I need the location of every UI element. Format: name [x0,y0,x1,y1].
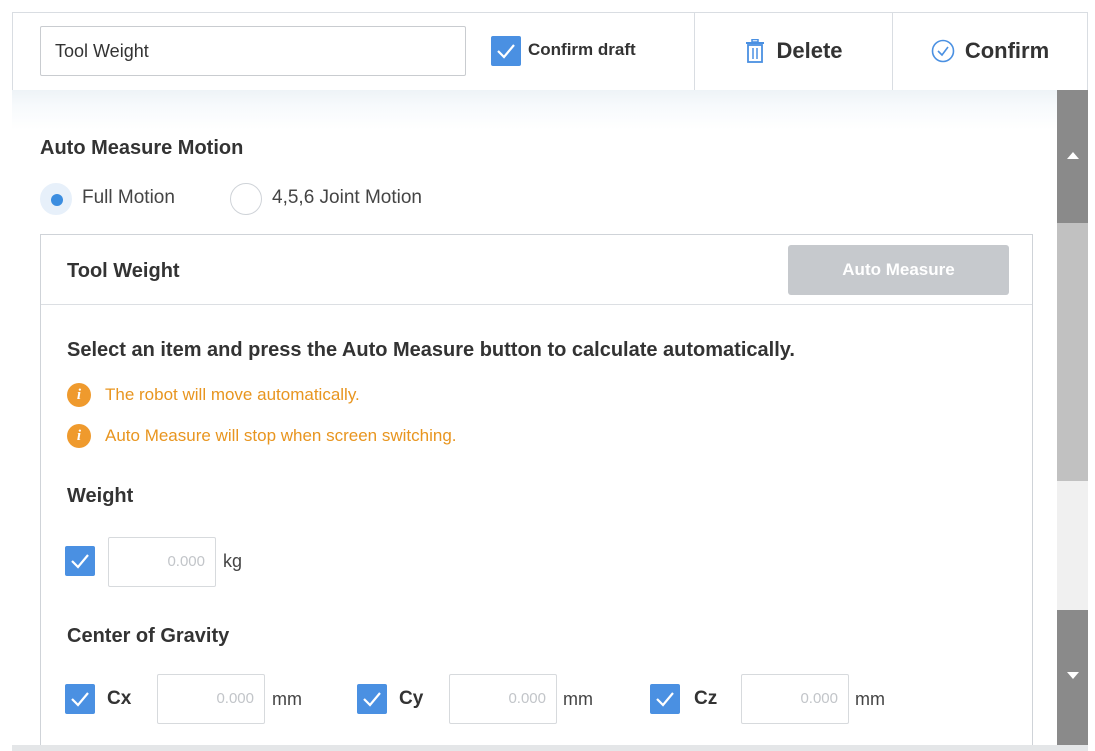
panel-header: Tool Weight Auto Measure [41,235,1032,305]
full-motion-radio[interactable] [40,183,72,215]
scroll-down-button[interactable] [1057,610,1088,745]
cz-unit: mm [855,689,885,709]
check-icon [71,554,89,569]
weight-unit: kg [223,551,243,571]
arrow-up-icon [1067,152,1079,159]
delete-button[interactable]: Delete [695,12,892,90]
check-icon [71,692,89,707]
trash-icon [746,39,765,63]
check-circle-icon [931,39,955,63]
warning-text: Auto Measure will stop when screen switc… [105,426,457,445]
full-motion-label: Full Motion [82,187,175,208]
weight-checkbox[interactable] [65,546,95,576]
auto-measure-motion-title: Auto Measure Motion [40,137,244,159]
warning-item: i The robot will move automatically. [67,383,360,407]
scroll-up-button[interactable] [1057,90,1088,223]
weight-title: Weight [67,485,134,507]
info-icon: i [67,383,91,407]
warning-item: i Auto Measure will stop when screen swi… [67,424,457,448]
weight-input[interactable]: 0.000 [108,537,216,587]
cy-input[interactable]: 0.000 [449,674,557,724]
bottom-edge [12,745,1088,751]
instruction-text: Select an item and press the Auto Measur… [67,339,795,361]
confirm-draft-label: Confirm draft [528,40,636,59]
confirm-label: Confirm [964,38,1050,63]
header-shadow-band [12,90,1057,130]
center-of-gravity-title: Center of Gravity [67,625,230,647]
cz-label: Cz [694,688,718,709]
info-icon: i [67,424,91,448]
warning-text: The robot will move automatically. [105,385,360,404]
delete-label: Delete [776,38,843,63]
cx-label: Cx [107,688,132,709]
check-icon [497,44,515,59]
auto-measure-button[interactable]: Auto Measure [788,245,1009,295]
panel-title: Tool Weight [67,260,180,282]
cx-checkbox[interactable] [65,684,95,714]
cy-label: Cy [399,688,424,709]
check-icon [656,692,674,707]
confirm-draft-checkbox[interactable] [491,36,521,66]
cz-checkbox[interactable] [650,684,680,714]
joint-motion-label: 4,5,6 Joint Motion [272,187,422,208]
title-input[interactable]: Tool Weight [40,26,466,76]
cy-checkbox[interactable] [357,684,387,714]
joint-motion-radio[interactable] [230,183,262,215]
cz-input[interactable]: 0.000 [741,674,849,724]
arrow-down-icon [1067,672,1079,679]
cy-unit: mm [563,689,593,709]
tool-weight-panel: Tool Weight Auto Measure Select an item … [40,234,1033,751]
tool-weight-editor: Tool Weight Confirm draft Delete Confirm… [0,0,1095,751]
check-icon [363,692,381,707]
confirm-button[interactable]: Confirm [893,12,1087,90]
cx-unit: mm [272,689,302,709]
scrollbar-thumb[interactable] [1057,223,1088,481]
cx-input[interactable]: 0.000 [157,674,265,724]
